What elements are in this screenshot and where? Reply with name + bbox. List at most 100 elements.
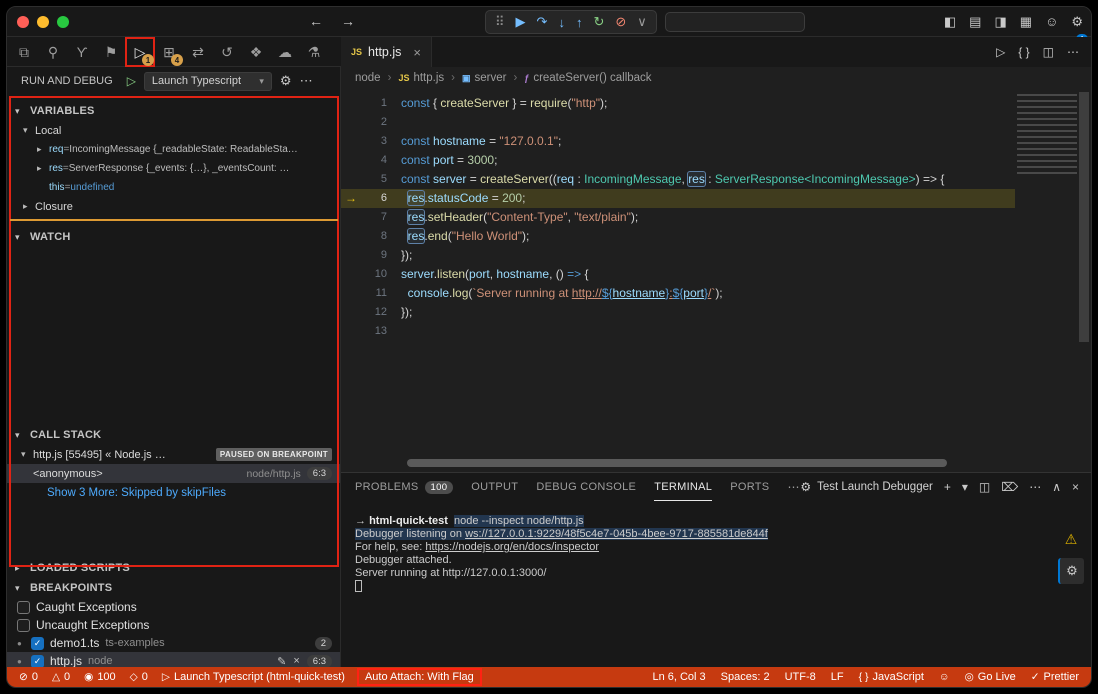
breakpoint-checkbox[interactable]: ✓ (31, 637, 44, 650)
vertical-scrollbar[interactable] (1077, 89, 1091, 472)
views-more-actions-icon[interactable]: ⋯ (300, 73, 313, 89)
continue-button[interactable]: ▶ (516, 14, 526, 30)
status-go-live[interactable]: ◎Go Live (965, 671, 1016, 683)
close-panel-icon[interactable]: × (1072, 480, 1079, 494)
explorer-icon[interactable]: ⧉ (11, 39, 37, 65)
breadcrumb-item[interactable]: JShttp.js (398, 72, 444, 84)
split-terminal-icon[interactable]: ◫ (979, 480, 990, 494)
status-indentation[interactable]: Spaces: 2 (721, 671, 770, 683)
start-debugging-button[interactable]: ▷ (127, 74, 136, 88)
command-center[interactable] (665, 12, 805, 32)
step-into-button[interactable]: ↓ (558, 15, 565, 30)
variable-row[interactable]: this = undefined (7, 178, 340, 197)
kill-terminal-icon[interactable]: ⌦ (1001, 480, 1018, 494)
breakpoints-section-header[interactable]: ▾BREAKPOINTS (7, 578, 340, 598)
status-prettier[interactable]: ✓Prettier (1031, 671, 1079, 683)
extensions-icon[interactable]: ⊞4 (156, 39, 182, 65)
status-cursor-position[interactable]: Ln 6, Col 3 (652, 671, 705, 683)
zoom-button[interactable] (57, 16, 69, 28)
testing-flask-icon[interactable]: ⚗ (301, 39, 327, 65)
new-terminal-icon[interactable]: + (944, 480, 951, 494)
terminal-output[interactable]: → html-quick-test node --inspect node/ht… (355, 515, 1047, 663)
breakpoint-checkbox[interactable] (17, 601, 30, 614)
chevron-icon[interactable]: ▾ (15, 583, 25, 594)
status-error-count[interactable]: ⊘0 (19, 671, 38, 683)
debug-current-line-icon[interactable] (341, 322, 361, 341)
panel-tab-terminal[interactable]: TERMINAL (654, 473, 712, 501)
debug-current-line-icon[interactable] (341, 94, 361, 113)
status-language-mode[interactable]: { }JavaScript (859, 671, 924, 683)
breadcrumb-item[interactable]: ▣server (462, 72, 506, 84)
step-out-button[interactable]: ↑ (576, 15, 583, 30)
call-stack-session-row[interactable]: ▾http.js [55495] « Node.js …PAUSED ON BR… (7, 445, 340, 464)
panel-more-actions-icon[interactable]: ⋯ (1029, 480, 1041, 494)
debug-current-line-icon[interactable] (341, 151, 361, 170)
twistie-icon[interactable]: ▾ (23, 125, 35, 136)
minimap[interactable] (1017, 94, 1077, 176)
debug-current-line-icon[interactable]: → (341, 189, 361, 208)
docker-icon[interactable]: ☁ (272, 39, 298, 65)
breadcrumb-item[interactable]: node (355, 72, 381, 84)
panel-tab-ports[interactable]: PORTS (730, 473, 769, 501)
panel-tab-overflow-icon[interactable]: ⋯ (787, 480, 799, 494)
status-encoding[interactable]: UTF-8 (785, 671, 816, 683)
status-auto-attach[interactable]: Auto Attach: With Flag (359, 670, 480, 684)
chevron-icon[interactable]: ▸ (15, 563, 25, 574)
status-eol[interactable]: LF (831, 671, 844, 683)
loaded-scripts-section-header[interactable]: ▸LOADED SCRIPTS (7, 558, 340, 578)
restart-button[interactable]: ↻ (593, 14, 604, 30)
minimize-button[interactable] (37, 16, 49, 28)
variable-row[interactable]: ▾Local (7, 121, 340, 140)
forward-icon[interactable]: → (341, 13, 355, 29)
debug-current-line-icon[interactable] (341, 303, 361, 322)
history-icon[interactable]: ↺ (214, 39, 240, 65)
panel-tab-debug-console[interactable]: DEBUG CONSOLE (536, 473, 636, 501)
debug-toolbar-dropdown-icon[interactable]: ∨ (637, 14, 647, 30)
shield-icon[interactable]: ❖ (243, 39, 269, 65)
debug-settings-gear-icon[interactable]: ⚙ (280, 73, 292, 89)
status-warning-count[interactable]: △0 (52, 671, 70, 683)
twistie-icon[interactable]: ▾ (21, 449, 33, 460)
source-control-icon[interactable]: ϒ (69, 39, 95, 65)
chevron-icon[interactable]: ▾ (15, 430, 25, 441)
variable-row[interactable]: ▸res = ServerResponse {_events: {…}, _ev… (7, 159, 340, 178)
twistie-icon[interactable]: ▸ (37, 163, 49, 174)
debug-current-line-icon[interactable] (341, 284, 361, 303)
breakpoint-checkbox[interactable] (17, 619, 30, 632)
chevron-icon[interactable]: ▾ (15, 232, 25, 243)
debug-current-line-icon[interactable] (341, 265, 361, 284)
debug-current-line-icon[interactable] (341, 246, 361, 265)
bookmark-icon[interactable]: ⚑ (98, 39, 124, 65)
terminal-session-item[interactable]: ⚙Test Launch Debugger (800, 480, 932, 494)
maximize-panel-icon[interactable]: ∧ (1052, 480, 1061, 494)
split-editor-icon[interactable]: ◫ (1043, 45, 1054, 59)
close-icon[interactable]: × (413, 45, 421, 60)
status-aux-count[interactable]: ◇0 (130, 671, 148, 683)
status-launch-config[interactable]: ▷Launch Typescript (html-quick-test) (162, 671, 345, 683)
status-feedback[interactable]: ☺ (939, 671, 950, 683)
run-file-icon[interactable]: ▷ (996, 45, 1005, 59)
horizontal-scrollbar-thumb[interactable] (407, 459, 947, 467)
breakpoint-checkbox[interactable]: ✓ (31, 655, 44, 668)
variables-section-header[interactable]: ▾VARIABLES (7, 101, 340, 121)
show-more-frames-link[interactable]: Show 3 More: Skipped by skipFiles (7, 483, 340, 502)
variable-row[interactable]: ▸req = IncomingMessage {_readableState: … (7, 140, 340, 159)
braces-icon[interactable]: { } (1018, 45, 1029, 59)
debug-current-line-icon[interactable] (341, 170, 361, 189)
panel-tab-output[interactable]: OUTPUT (471, 473, 518, 501)
debug-current-line-icon[interactable] (341, 132, 361, 151)
step-over-button[interactable]: ↷ (537, 14, 548, 30)
debug-current-line-icon[interactable] (341, 227, 361, 246)
breakpoint-row[interactable]: ●✓demo1.tsts-examples2 (7, 634, 340, 652)
breakpoint-row[interactable]: Uncaught Exceptions (7, 616, 340, 634)
search-icon[interactable]: ⚲ (40, 39, 66, 65)
breakpoint-row[interactable]: ●✓http.jsnode✎×6:3 (7, 652, 340, 667)
drag-grip-icon[interactable]: ⠿ (495, 14, 505, 30)
twistie-icon[interactable]: ▸ (23, 201, 35, 212)
run-debug-icon[interactable]: ▷1 (127, 39, 153, 65)
chevron-icon[interactable]: ▾ (15, 106, 25, 117)
terminal-warning-icon[interactable]: ⚠ (1065, 531, 1078, 548)
tab-http-js[interactable]: JShttp.js× (341, 37, 432, 67)
close-button[interactable] (17, 16, 29, 28)
watch-section-header[interactable]: ▾WATCH (7, 227, 340, 247)
